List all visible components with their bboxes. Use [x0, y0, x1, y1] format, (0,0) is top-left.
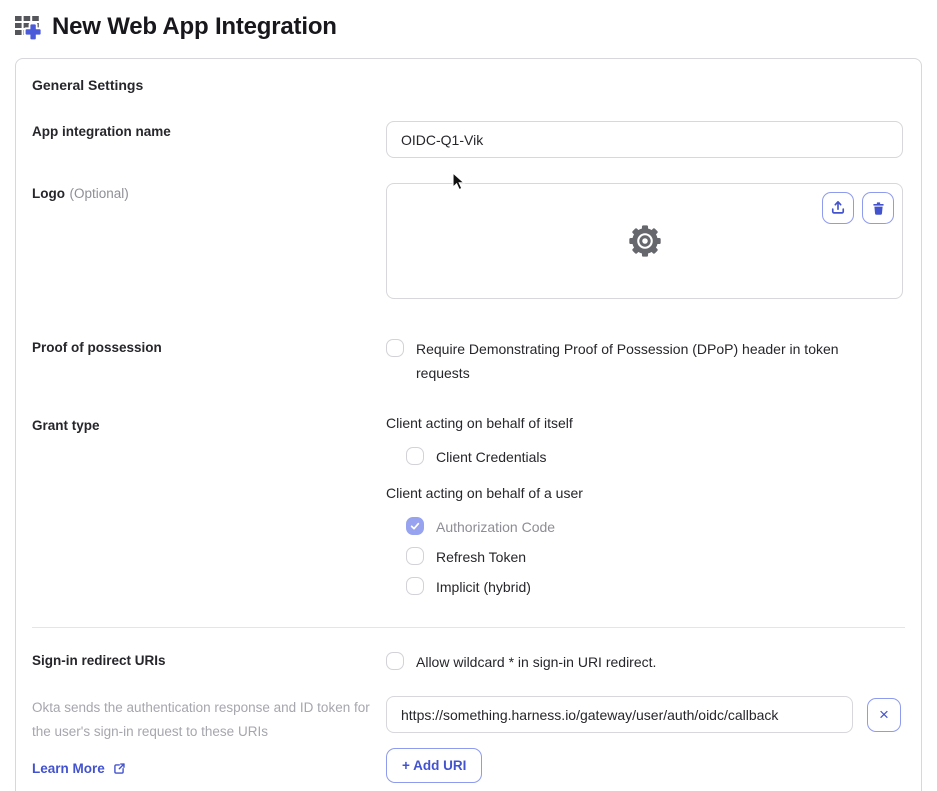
grid-plus-icon: [14, 13, 42, 41]
proof-of-possession-label: Proof of possession: [32, 340, 162, 355]
remove-uri-button[interactable]: ×: [867, 697, 901, 732]
authorization-code-label[interactable]: Authorization Code: [436, 515, 555, 539]
app-name-input[interactable]: [386, 121, 903, 158]
wildcard-checkbox[interactable]: [386, 652, 404, 670]
close-icon: ×: [879, 705, 889, 724]
upload-icon: [829, 199, 847, 217]
logo-row: Logo (Optional): [32, 183, 905, 299]
dpop-checkbox-label[interactable]: Require Demonstrating Proof of Possessio…: [416, 337, 874, 385]
grant-type-label: Grant type: [32, 418, 100, 433]
upload-logo-button[interactable]: [822, 192, 854, 224]
grant-type-row: Grant type Client acting on behalf of it…: [32, 415, 905, 599]
wildcard-checkbox-label[interactable]: Allow wildcard * in sign-in URI redirect…: [416, 650, 656, 674]
authorization-code-checkbox[interactable]: [406, 517, 424, 535]
signin-help-text: Okta sends the authentication response a…: [32, 700, 370, 739]
proof-of-possession-row: Proof of possession Require Demonstratin…: [32, 337, 905, 385]
redirect-uri-input[interactable]: [386, 696, 853, 733]
logo-dropzone[interactable]: [386, 183, 903, 299]
delete-logo-button[interactable]: [862, 192, 894, 224]
page-title: New Web App Integration: [52, 13, 337, 40]
grant-group-heading-itself: Client acting on behalf of itself: [386, 415, 573, 431]
app-name-label: App integration name: [32, 124, 171, 139]
implicit-hybrid-checkbox[interactable]: [406, 577, 424, 595]
app-name-row: App integration name: [32, 121, 905, 158]
trash-icon: [870, 200, 887, 217]
add-uri-button[interactable]: + Add URI: [386, 748, 483, 783]
signin-redirect-row: Sign-in redirect URIs Okta sends the aut…: [32, 650, 905, 783]
page: New Web App Integration General Settings…: [0, 0, 937, 791]
refresh-token-label[interactable]: Refresh Token: [436, 545, 526, 569]
gear-icon: [626, 222, 664, 260]
divider: [32, 627, 905, 628]
section-title: General Settings: [32, 77, 144, 93]
refresh-token-checkbox[interactable]: [406, 547, 424, 565]
dpop-checkbox[interactable]: [386, 339, 404, 357]
signin-redirect-label: Sign-in redirect URIs: [32, 653, 166, 668]
logo-label: Logo: [32, 186, 65, 201]
logo-optional-label: (Optional): [69, 186, 129, 201]
page-header: New Web App Integration: [0, 0, 937, 41]
general-settings-card: General Settings App integration name Lo…: [15, 58, 922, 791]
implicit-hybrid-label[interactable]: Implicit (hybrid): [436, 575, 531, 599]
grant-group-heading-user: Client acting on behalf of a user: [386, 485, 583, 501]
learn-more-link[interactable]: Learn More: [32, 761, 126, 776]
client-credentials-checkbox[interactable]: [406, 447, 424, 465]
external-link-icon: [112, 762, 126, 776]
learn-more-label: Learn More: [32, 761, 105, 776]
client-credentials-label[interactable]: Client Credentials: [436, 445, 547, 469]
